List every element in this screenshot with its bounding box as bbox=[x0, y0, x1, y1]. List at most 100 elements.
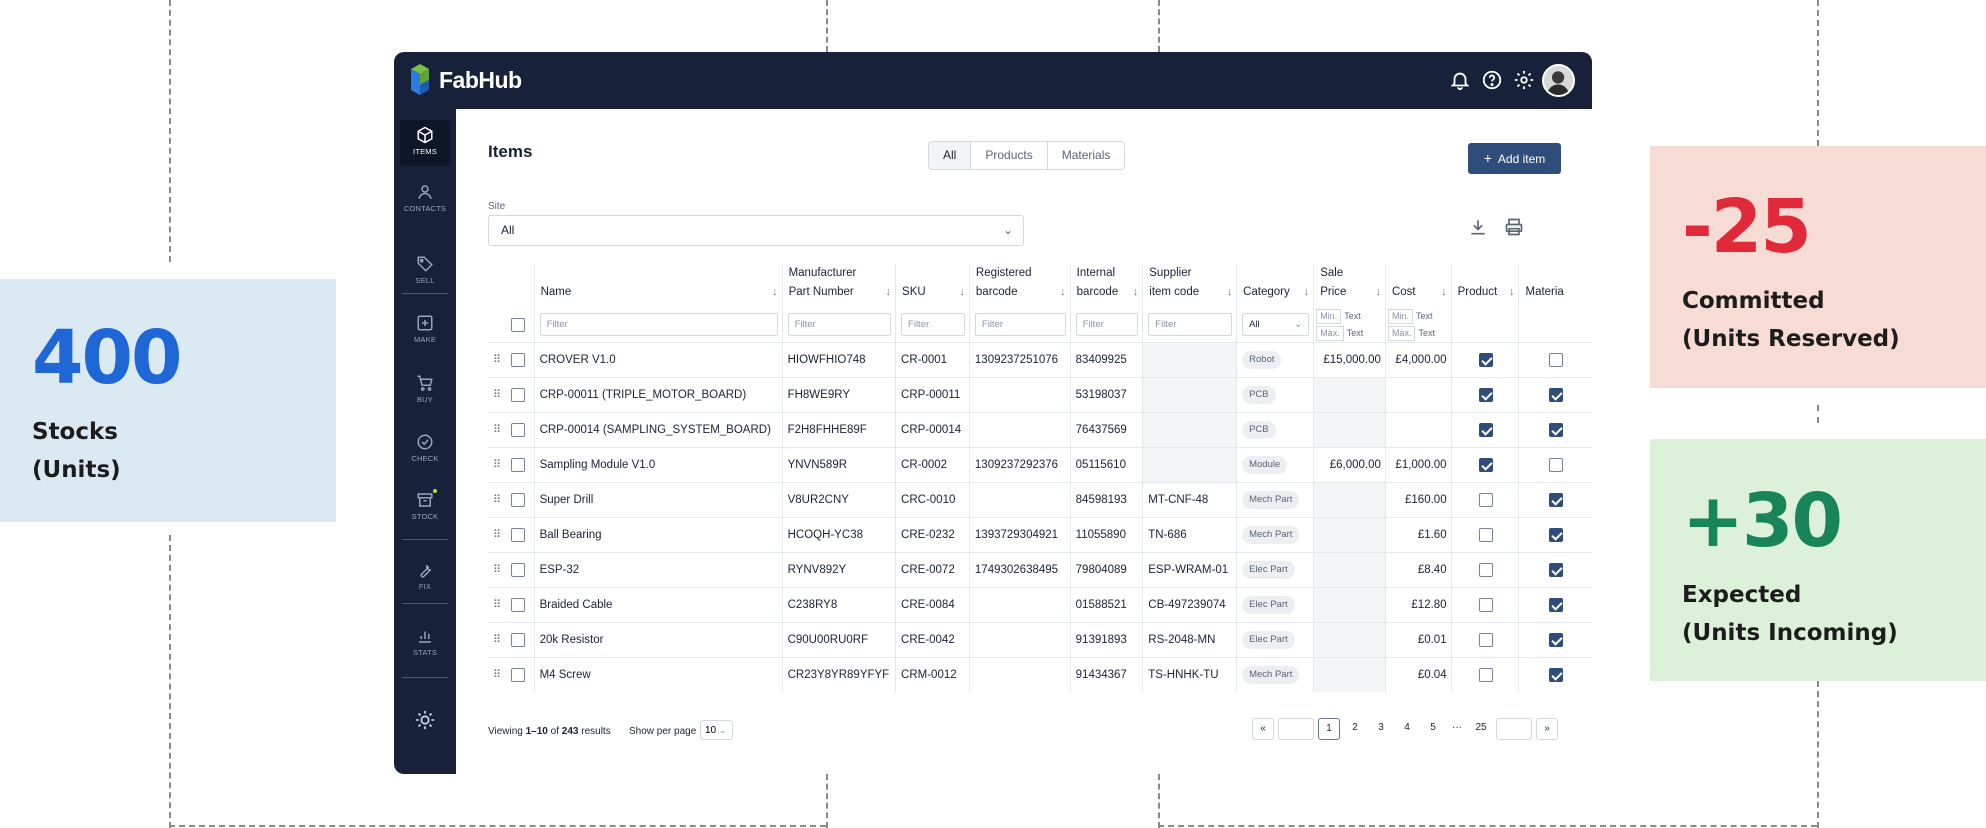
drag-handle-icon[interactable]: ⠿ bbox=[493, 389, 501, 401]
column-header-registered-barcode[interactable]: Registered barcode ↓ bbox=[968, 264, 1071, 308]
next-page-button[interactable]: » bbox=[1536, 718, 1558, 740]
product-checkbox[interactable] bbox=[1478, 632, 1493, 647]
column-header-mpn[interactable]: Manufacturer Part Number ↓ bbox=[781, 264, 896, 308]
row-select-checkbox[interactable] bbox=[510, 597, 525, 612]
column-header-sale-price[interactable]: Sale Price ↓ bbox=[1313, 264, 1386, 308]
sidebar-item-stock[interactable]: STOCK bbox=[400, 485, 450, 531]
material-checkbox[interactable] bbox=[1549, 352, 1564, 367]
page-5-button[interactable]: 5 bbox=[1422, 718, 1444, 740]
material-checkbox[interactable] bbox=[1549, 457, 1564, 472]
product-checkbox[interactable] bbox=[1478, 667, 1493, 682]
product-checkbox[interactable] bbox=[1478, 527, 1493, 542]
column-header-material[interactable]: Materia bbox=[1518, 264, 1592, 308]
sort-arrow-icon[interactable]: ↓ bbox=[1133, 283, 1139, 302]
material-checkbox[interactable] bbox=[1549, 597, 1564, 612]
supplier-code-filter-input[interactable]: Filter bbox=[1148, 313, 1233, 337]
drag-handle-icon[interactable]: ⠿ bbox=[493, 564, 501, 576]
product-checkbox[interactable] bbox=[1478, 422, 1493, 437]
category-filter-select[interactable]: All ⌄ bbox=[1242, 313, 1310, 337]
bell-icon[interactable] bbox=[1449, 69, 1471, 91]
column-header-internal-barcode[interactable]: Internal barcode ↓ bbox=[1069, 264, 1143, 308]
column-header-sku[interactable]: SKU ↓ bbox=[895, 264, 970, 308]
table-row[interactable]: ⠿ M4 Screw CR23Y8YR89YFYF CRM-0012 91434367 T… bbox=[488, 656, 1592, 692]
row-select-checkbox[interactable] bbox=[510, 457, 525, 472]
drag-handle-icon[interactable]: ⠿ bbox=[493, 634, 501, 646]
avatar[interactable] bbox=[1542, 64, 1575, 97]
sidebar-item-buy[interactable]: BUY bbox=[400, 368, 450, 414]
site-select[interactable]: All ⌄ bbox=[488, 215, 1024, 246]
download-icon[interactable] bbox=[1468, 217, 1488, 237]
sidebar-item-items[interactable]: ITEMS bbox=[400, 120, 450, 166]
page-2-button[interactable]: 2 bbox=[1344, 718, 1366, 740]
sort-arrow-icon[interactable]: ↓ bbox=[1060, 283, 1066, 302]
per-page-select[interactable]: 10 ⌄ bbox=[700, 720, 733, 740]
sort-arrow-icon[interactable]: ↓ bbox=[1441, 283, 1447, 302]
row-select-checkbox[interactable] bbox=[510, 422, 525, 437]
tab-products[interactable]: Products bbox=[970, 142, 1047, 169]
table-row[interactable]: ⠿ CRP-00014 (SAMPLING_SYSTEM_BOARD) F2H8FH… bbox=[488, 411, 1592, 447]
product-checkbox[interactable] bbox=[1478, 387, 1493, 402]
page-jump-input-end[interactable] bbox=[1496, 718, 1532, 740]
drag-handle-icon[interactable]: ⠿ bbox=[493, 424, 501, 436]
settings-icon[interactable] bbox=[1513, 69, 1535, 91]
sidebar-item-sell[interactable]: SELL bbox=[400, 249, 450, 295]
table-row[interactable]: ⠿ 20k Resistor C90U00RU0RF CRE-0042 91391893… bbox=[488, 621, 1592, 657]
page-3-button[interactable]: 3 bbox=[1370, 718, 1392, 740]
price-min-input[interactable]: Min. bbox=[1316, 308, 1342, 324]
sidebar-item-check[interactable]: CHECK bbox=[400, 427, 450, 473]
row-select-checkbox[interactable] bbox=[510, 352, 525, 367]
sort-arrow-icon[interactable]: ↓ bbox=[772, 283, 778, 302]
mpn-filter-input[interactable]: Filter bbox=[787, 313, 892, 337]
page-4-button[interactable]: 4 bbox=[1396, 718, 1418, 740]
material-checkbox[interactable] bbox=[1549, 492, 1564, 507]
drag-handle-icon[interactable]: ⠿ bbox=[493, 529, 501, 541]
column-header-product[interactable]: Product ↓ bbox=[1450, 264, 1519, 308]
material-checkbox[interactable] bbox=[1549, 527, 1564, 542]
sidebar-item-stats[interactable]: STATS bbox=[400, 621, 450, 667]
row-select-checkbox[interactable] bbox=[510, 387, 525, 402]
row-select-checkbox[interactable] bbox=[510, 492, 525, 507]
page-jump-input[interactable] bbox=[1278, 718, 1314, 740]
material-checkbox[interactable] bbox=[1549, 667, 1564, 682]
first-page-button[interactable]: « bbox=[1252, 718, 1274, 740]
print-icon[interactable] bbox=[1504, 217, 1524, 237]
column-header-category[interactable]: Category ↓ bbox=[1236, 264, 1314, 308]
table-row[interactable]: ⠿ Ball Bearing HCOQH-YC38 CRE-0232 139372930… bbox=[488, 516, 1592, 552]
drag-handle-icon[interactable]: ⠿ bbox=[493, 494, 501, 506]
sidebar-item-fix[interactable]: FIX bbox=[400, 555, 450, 601]
column-header-cost[interactable]: Cost ↓ bbox=[1384, 264, 1452, 308]
drag-handle-icon[interactable]: ⠿ bbox=[493, 669, 501, 681]
table-row[interactable]: ⠿ ESP-32 RYNV892Y CRE-0072 1749302638495 7980… bbox=[488, 551, 1592, 587]
page-1-button[interactable]: 1 bbox=[1318, 718, 1340, 740]
sort-arrow-icon[interactable]: ↓ bbox=[1375, 283, 1381, 302]
sort-arrow-icon[interactable]: ↓ bbox=[886, 283, 892, 302]
drag-handle-icon[interactable]: ⠿ bbox=[493, 459, 501, 471]
add-item-button[interactable]: + Add item bbox=[1468, 143, 1561, 174]
drag-handle-icon[interactable]: ⠿ bbox=[493, 354, 501, 366]
tab-materials[interactable]: Materials bbox=[1046, 142, 1125, 169]
drag-handle-icon[interactable]: ⠿ bbox=[493, 599, 501, 611]
row-select-checkbox[interactable] bbox=[510, 527, 525, 542]
product-checkbox[interactable] bbox=[1478, 457, 1493, 472]
table-row[interactable]: ⠿ Super Drill V8UR2CNY CRC-0010 84598193 MT-C… bbox=[488, 481, 1592, 517]
cost-max-input[interactable]: Max. bbox=[1387, 325, 1416, 341]
row-select-checkbox[interactable] bbox=[510, 632, 525, 647]
table-row[interactable]: ⠿ CROVER V1.0 HIOWFHIO748 CR-0001 1309237251… bbox=[488, 341, 1592, 377]
table-row[interactable]: ⠿ Braided Cable C238RY8 CRE-0084 01588521 CB-… bbox=[488, 586, 1592, 622]
sidebar-item-contacts[interactable]: CONTACTS bbox=[400, 177, 450, 223]
brand-name[interactable]: FabHub bbox=[439, 67, 522, 94]
product-checkbox[interactable] bbox=[1478, 597, 1493, 612]
sort-arrow-icon[interactable]: ↓ bbox=[1509, 283, 1515, 302]
page-25-button[interactable]: 25 bbox=[1470, 718, 1492, 740]
material-checkbox[interactable] bbox=[1549, 632, 1564, 647]
column-header-name[interactable]: Name ↓ bbox=[533, 264, 783, 308]
sku-filter-input[interactable]: Filter bbox=[901, 313, 965, 337]
table-row[interactable]: ⠿ Sampling Module V1.0 YNVN589R CR-0002 1309… bbox=[488, 446, 1592, 482]
price-max-input[interactable]: Max. bbox=[1316, 325, 1344, 341]
select-all-checkbox[interactable] bbox=[510, 317, 525, 332]
material-checkbox[interactable] bbox=[1549, 422, 1564, 437]
tab-all[interactable]: All bbox=[929, 142, 971, 169]
sort-arrow-icon[interactable]: ↓ bbox=[1227, 283, 1233, 302]
material-checkbox[interactable] bbox=[1549, 562, 1564, 577]
cost-min-input[interactable]: Min. bbox=[1387, 308, 1413, 324]
